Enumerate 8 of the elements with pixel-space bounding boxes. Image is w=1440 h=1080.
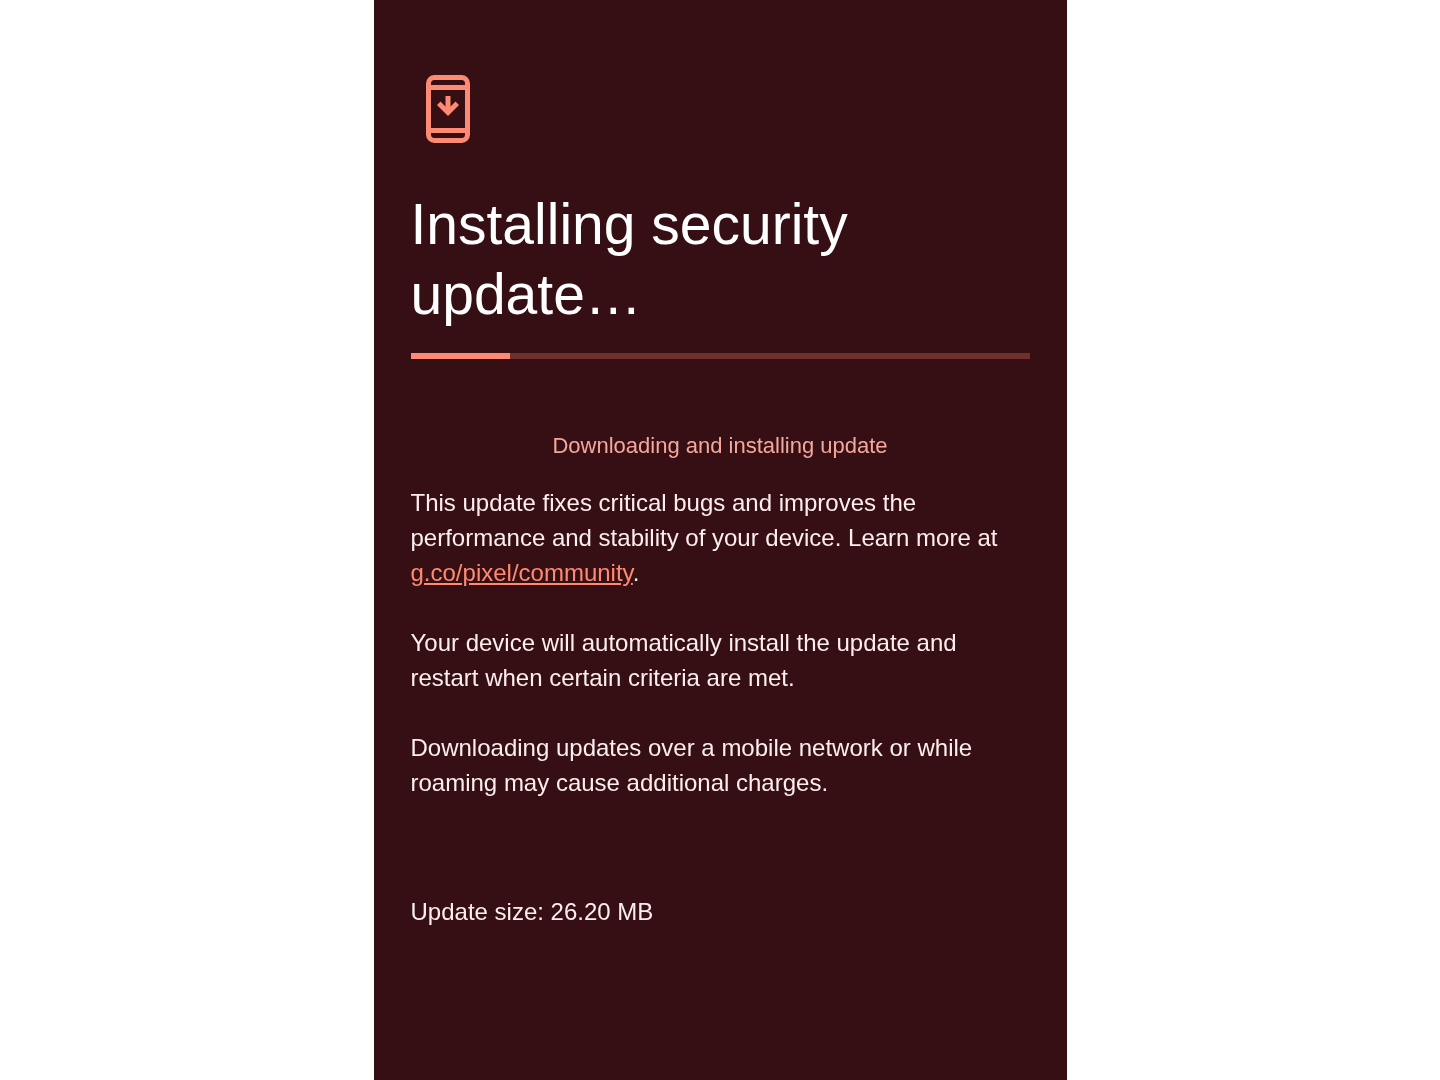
description-paragraph: This update fixes critical bugs and improves the performance and stability of your device. Learn more at g.co/pixel/community.: [410, 488, 999, 588]
info-paragraph: Downloading updates over a mobile network or while roaming may cause additional charges.: [410, 733, 974, 798]
phone-download-icon: [425, 75, 470, 143]
update-size-text: Update size: 26.20 MB: [410, 897, 655, 927]
status-text: Downloading and installing update: [551, 432, 889, 460]
community-link[interactable]: g.co/pixel/community: [410, 559, 633, 586]
info-paragraph: Your device will automatically install the update and restart when certain criteria are met.: [410, 628, 958, 693]
screen-title: Installing security update…: [410, 191, 849, 328]
